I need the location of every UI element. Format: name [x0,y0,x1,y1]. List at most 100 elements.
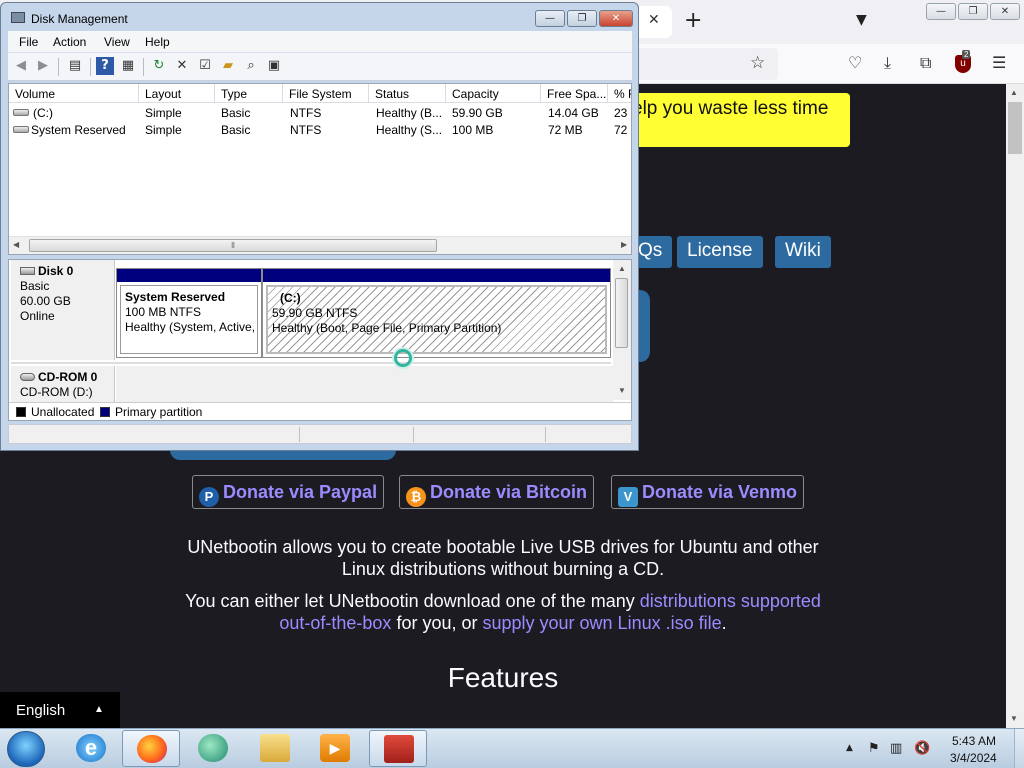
taskbar-firefox[interactable] [122,730,180,767]
cdrom-0-info[interactable]: CD-ROM 0 CD-ROM (D:) [11,366,115,402]
column-header-status[interactable]: Status [369,84,446,103]
disk-graphical-view: Disk 0 Basic 60.00 GB Online System Rese… [8,259,632,421]
legend-primary-partition: Primary partition [115,405,203,419]
donate-paypal-button[interactable]: P Donate via Paypal [192,475,385,509]
scroll-left-icon[interactable]: ◀ [13,240,19,249]
settings-icon[interactable]: ☑ [196,57,214,75]
cdrom-empty-area [116,366,613,402]
scroll-down-icon[interactable]: ▼ [1010,714,1018,723]
star-icon[interactable]: ☆ [750,53,765,73]
page-scrollbar[interactable]: ▲ ▼ [1006,84,1024,728]
scroll-thumb[interactable] [1008,102,1022,154]
column-header-type[interactable]: Type [215,84,283,103]
tab-close-icon[interactable]: ✕ [648,12,660,28]
volume-muted-icon[interactable]: 🔇 [914,741,930,756]
nav-wiki-link[interactable]: Wiki [775,236,831,268]
distributions-link[interactable]: distributions supported [640,591,821,611]
minimize-button[interactable]: — [535,10,565,27]
new-tab-button[interactable]: + [684,8,702,33]
column-header-percent-free[interactable]: % F [608,84,631,103]
network-icon[interactable]: ▥ [890,741,902,756]
cell-type: Basic [221,123,251,137]
show-hidden-icons-icon[interactable]: ▲ [846,743,853,753]
help-icon[interactable]: ? [96,57,114,75]
download-paragraph-line-2: out-of-the-box for you, or supply your o… [0,613,1006,634]
taskbar-media-player[interactable]: ▶ [306,730,364,767]
scroll-right-icon[interactable]: ▶ [621,240,627,249]
refresh-icon[interactable]: ↻ [150,57,168,75]
nav-license-link[interactable]: License [677,236,763,268]
language-value: English [16,702,66,719]
caret-up-icon: ▲ [94,704,104,715]
cell-file-system: NTFS [290,123,322,137]
start-button[interactable] [7,731,45,767]
intro-line-2: Linux distributions without burning a CD… [341,559,665,579]
pocket-icon[interactable]: ♡ [848,53,862,72]
column-header-layout[interactable]: Layout [139,84,215,103]
taskbar-windows-explorer[interactable] [246,730,304,767]
back-icon[interactable]: ◀ [12,57,30,75]
horizontal-scrollbar[interactable]: ◀ ⦀ ▶ [9,236,631,254]
close-button[interactable]: ✕ [599,10,633,27]
distributions-link-cont[interactable]: out-of-the-box [279,613,391,633]
disk-properties-icon[interactable]: ▣ [265,57,283,75]
menu-icon[interactable]: ☰ [992,53,1006,72]
column-header-capacity[interactable]: Capacity [446,84,541,103]
taskbar-internet-explorer[interactable]: e [62,730,120,767]
forward-icon[interactable]: ▶ [34,57,52,75]
list-all-tabs-button[interactable]: ▼ [856,12,867,28]
menu-view[interactable]: View [104,35,130,49]
scroll-down-icon[interactable]: ▼ [618,386,626,395]
show-hide-console-tree-icon[interactable]: ▤ [66,57,84,75]
media-player-icon: ▶ [320,734,350,762]
open-folder-icon[interactable]: ▰ [219,57,237,75]
extensions-icon[interactable]: ⧉ [920,53,931,73]
action-center-flag-icon[interactable]: ⚑ [868,741,880,756]
column-header-file-system[interactable]: File System [283,84,369,103]
properties-icon[interactable]: ▦ [119,57,137,75]
language-select[interactable]: English ▲ [0,692,120,728]
cdrom-icon [20,373,35,381]
menu-help[interactable]: Help [145,35,170,49]
vertical-scrollbar[interactable]: ▲ ▼ [613,260,631,400]
scroll-up-icon[interactable]: ▲ [1010,88,1018,97]
download-text-end: . [721,613,727,633]
cell-status: Healthy (B... [376,106,443,120]
maximize-button[interactable]: ❐ [567,10,597,27]
taskbar-media-center[interactable] [184,730,242,767]
donate-bitcoin-button[interactable]: ₿ Donate via Bitcoin [399,475,595,509]
firefox-icon [137,735,167,763]
cell-volume: System Reserved [31,123,126,137]
download-paragraph-line-1: You can either let UNetbootin download o… [0,591,1006,612]
disk-icon [20,267,35,275]
firefox-restore-button[interactable]: ❐ [958,3,988,20]
column-header-volume[interactable]: Volume [9,84,139,103]
cell-free-space: 14.04 GB [548,106,599,120]
taskbar-disk-management[interactable] [369,730,427,767]
download-icon[interactable]: ⤓ [884,53,891,73]
disk-management-window: Disk Management — ❐ ✕ File Action View H… [0,2,639,451]
clock-time[interactable]: 5:43 AM [952,734,996,748]
ublock-badge: 2 [962,50,971,59]
delete-icon[interactable]: ✕ [173,57,191,75]
menu-file[interactable]: File [19,35,38,49]
busy-cursor-icon [394,349,412,367]
disk-0-info[interactable]: Disk 0 Basic 60.00 GB Online [11,260,115,360]
donate-venmo-button[interactable]: V Donate via Venmo [611,475,805,509]
partition-c[interactable]: (C:) 59.90 GB NTFS Healthy (Boot, Page F… [262,268,611,358]
search-icon[interactable]: ⌕ [242,57,260,75]
column-header-free-space[interactable]: Free Spa... [541,84,608,103]
menu-action[interactable]: Action [53,35,86,49]
horizontal-scroll-thumb[interactable]: ⦀ [29,239,437,252]
vertical-scroll-thumb[interactable] [615,278,628,348]
taskbar: e ▶ ▲ ⚑ ▥ 🔇 5:43 AM 3/4/2024 [0,728,1024,768]
donate-bitcoin-label: Donate via Bitcoin [430,482,588,502]
firefox-minimize-button[interactable]: — [926,3,956,20]
dm-title-bar[interactable]: Disk Management — ❐ ✕ [1,3,638,31]
scroll-up-icon[interactable]: ▲ [618,264,626,273]
partition-system-reserved[interactable]: System Reserved 100 MB NTFS Healthy (Sys… [116,268,262,358]
show-desktop-button[interactable] [1014,729,1024,768]
clock-date[interactable]: 3/4/2024 [950,751,997,765]
own-iso-link[interactable]: supply your own Linux .iso file [482,613,721,633]
firefox-close-button[interactable]: ✕ [990,3,1020,20]
